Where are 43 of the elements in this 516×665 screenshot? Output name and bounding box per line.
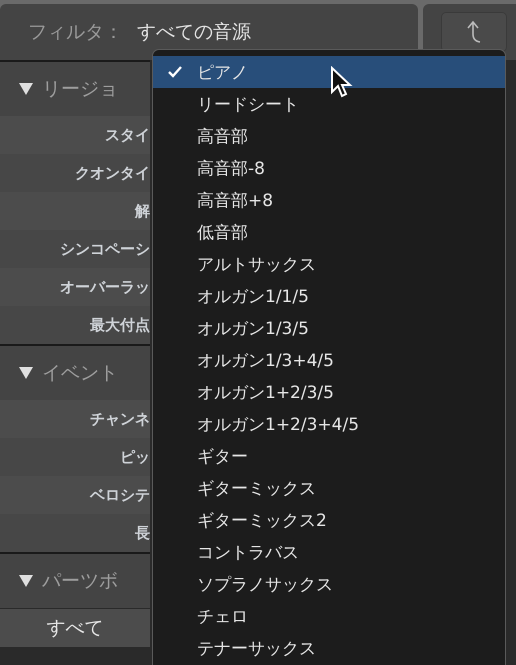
menu-item[interactable]: チェロ bbox=[153, 600, 505, 632]
menu-item[interactable]: ギターミックス bbox=[153, 472, 505, 504]
parameter-label: 長 bbox=[135, 524, 150, 542]
parameter-label: シンコペーシ bbox=[60, 240, 150, 258]
section-title: イベント bbox=[42, 361, 118, 386]
menu-item[interactable]: コントラバス bbox=[153, 536, 505, 568]
expanded-triangle-icon[interactable] bbox=[18, 366, 34, 380]
menu-item[interactable]: 低音部 bbox=[153, 216, 505, 248]
section-title: リージョ bbox=[42, 77, 118, 102]
menu-item[interactable]: ソプラノサックス bbox=[153, 568, 505, 600]
menu-item[interactable]: ギターミックス2 bbox=[153, 504, 505, 536]
parameter-label: 最大付点 bbox=[90, 316, 150, 334]
parameter-label: ベロシテ bbox=[90, 486, 150, 504]
parameter-label: クオンタイ bbox=[75, 164, 150, 182]
menu-item[interactable]: ピアノ bbox=[153, 56, 505, 88]
section-header[interactable]: イベント bbox=[0, 344, 150, 400]
checkmark-icon bbox=[168, 66, 182, 78]
menu-item[interactable]: テナーサックス bbox=[153, 632, 505, 664]
parameter-label: オーバーラッ bbox=[60, 278, 150, 296]
filter-label: フィルタ： bbox=[28, 20, 123, 45]
menu-item[interactable]: リードシート bbox=[153, 88, 505, 120]
menu-item[interactable]: ギター bbox=[153, 440, 505, 472]
section-title: パーツボ bbox=[42, 569, 118, 594]
menu-item[interactable]: オルガン1/1/5 bbox=[153, 280, 505, 312]
option-label: すべて bbox=[46, 616, 104, 641]
menu-item[interactable]: オルガン1/3+4/5 bbox=[153, 344, 505, 376]
filter-value: すべての音源 bbox=[137, 20, 251, 45]
up-button[interactable] bbox=[441, 12, 507, 52]
parameter-label: スタイ bbox=[105, 126, 150, 144]
menu-item[interactable]: 高音部 bbox=[153, 120, 505, 152]
menu-item[interactable]: オルガン1+2/3/5 bbox=[153, 376, 505, 408]
parameter-label: チャンネ bbox=[90, 410, 150, 428]
expanded-triangle-icon[interactable] bbox=[18, 82, 34, 96]
menu-item[interactable]: 高音部-8 bbox=[153, 152, 505, 184]
parameter-label: 解 bbox=[135, 202, 150, 220]
section-header[interactable]: リージョ bbox=[0, 60, 150, 116]
menu-item[interactable]: 高音部+8 bbox=[153, 184, 505, 216]
menu-item[interactable]: オルガン1+2/3+4/5 bbox=[153, 408, 505, 440]
menu-item[interactable]: アルトサックス bbox=[153, 248, 505, 280]
parameter-label: ピッ bbox=[120, 448, 150, 466]
section-header[interactable]: パーツボ bbox=[0, 552, 150, 608]
menu-item[interactable]: オルガン1/3/5 bbox=[153, 312, 505, 344]
expanded-triangle-icon[interactable] bbox=[18, 574, 34, 588]
